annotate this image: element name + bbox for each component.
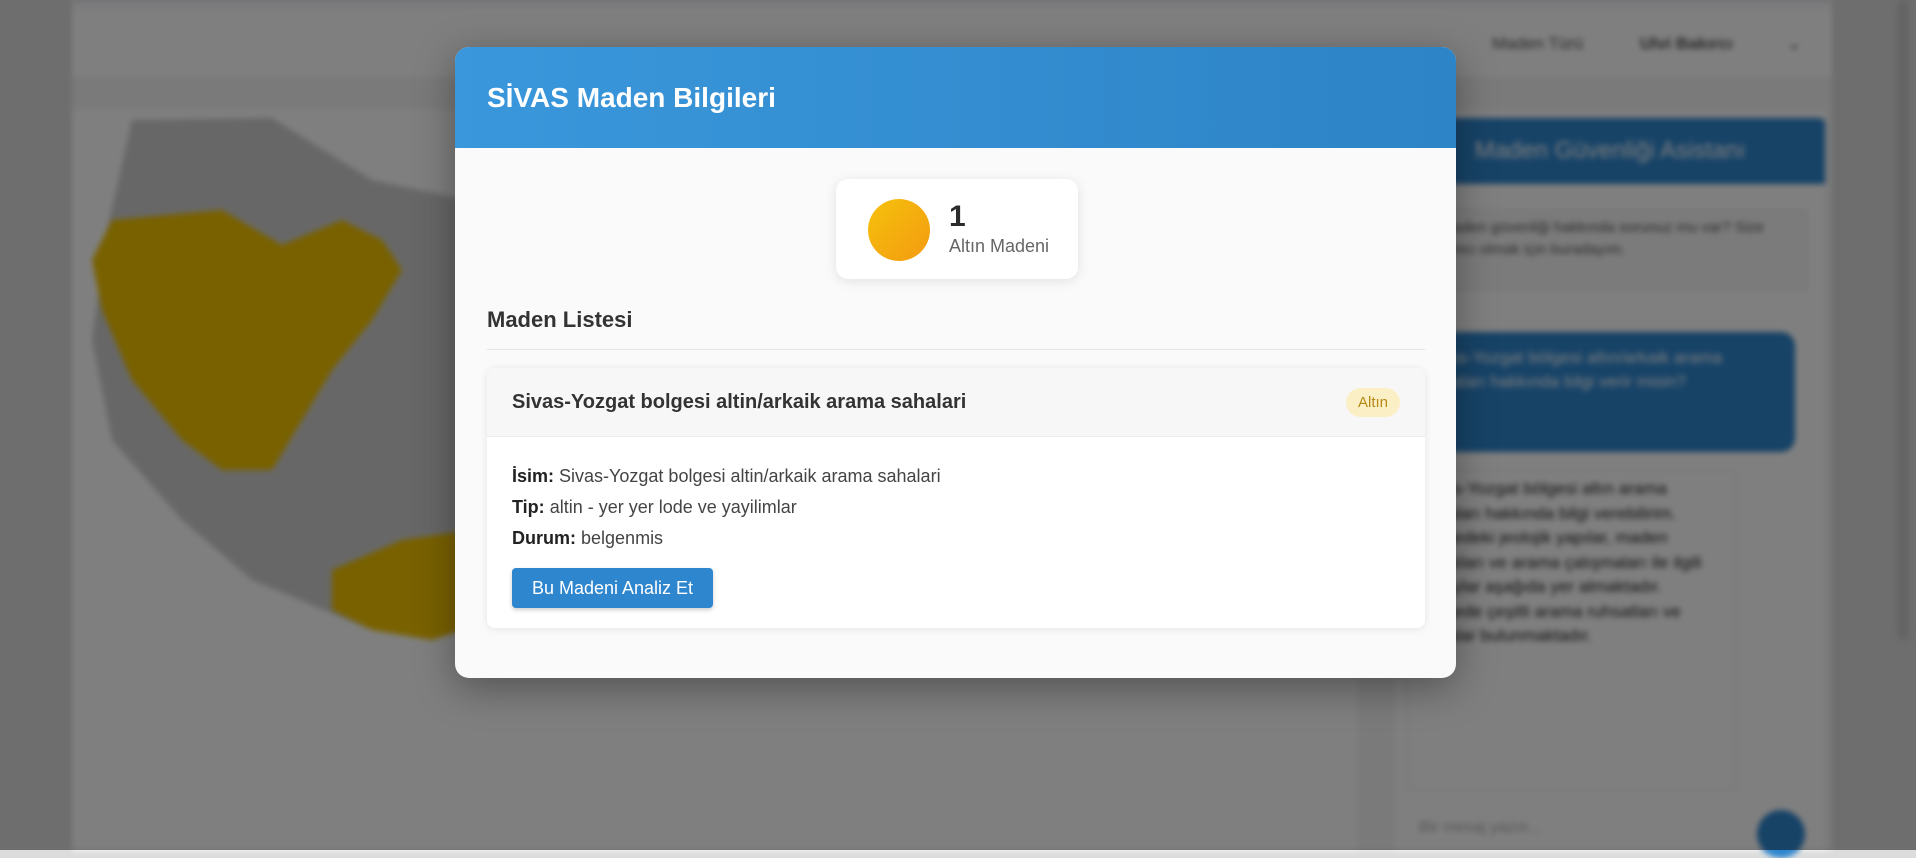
mine-name-value: Sivas-Yozgat bolgesi altin/arkaik arama … bbox=[559, 466, 941, 486]
mine-status-row: Durum: belgenmis bbox=[512, 526, 941, 557]
mine-status-value: belgenmis bbox=[581, 528, 664, 548]
mine-name-label: İsim: bbox=[512, 466, 555, 486]
mine-name-row: İsim: Sivas-Yozgat bolgesi altin/arkaik … bbox=[512, 464, 941, 495]
divider bbox=[487, 349, 1425, 350]
mine-count: 1 bbox=[949, 200, 966, 233]
mine-type-badge: Altın bbox=[1345, 388, 1400, 417]
mine-card-body: İsim: Sivas-Yozgat bolgesi altin/arkaik … bbox=[512, 464, 941, 557]
analyze-mine-button[interactable]: Bu Madeni Analiz Et bbox=[512, 568, 713, 608]
mine-type-row: Tip: altin - yer yer lode ve yayilimlar bbox=[512, 495, 941, 526]
modal-header: SİVAS Maden Bilgileri bbox=[455, 47, 1456, 148]
mine-card-header: Sivas-Yozgat bolgesi altin/arkaik arama … bbox=[487, 368, 1425, 437]
mine-list-title: Maden Listesi bbox=[487, 307, 633, 332]
gold-circle-icon bbox=[868, 199, 930, 261]
mine-card: Sivas-Yozgat bolgesi altin/arkaik arama … bbox=[487, 368, 1425, 628]
modal-title: SİVAS Maden Bilgileri bbox=[487, 82, 776, 113]
mine-status-label: Durum: bbox=[512, 528, 576, 548]
mine-info-modal: SİVAS Maden Bilgileri 1 Altın Madeni Mad… bbox=[455, 47, 1456, 678]
mine-type-value: altin - yer yer lode ve yayilimlar bbox=[549, 497, 797, 517]
mine-type-label: Tip: bbox=[512, 497, 545, 517]
mine-stat-card: 1 Altın Madeni bbox=[836, 179, 1078, 279]
mine-card-title: Sivas-Yozgat bolgesi altin/arkaik arama … bbox=[512, 391, 967, 413]
mine-count-label: Altın Madeni bbox=[949, 236, 1050, 256]
